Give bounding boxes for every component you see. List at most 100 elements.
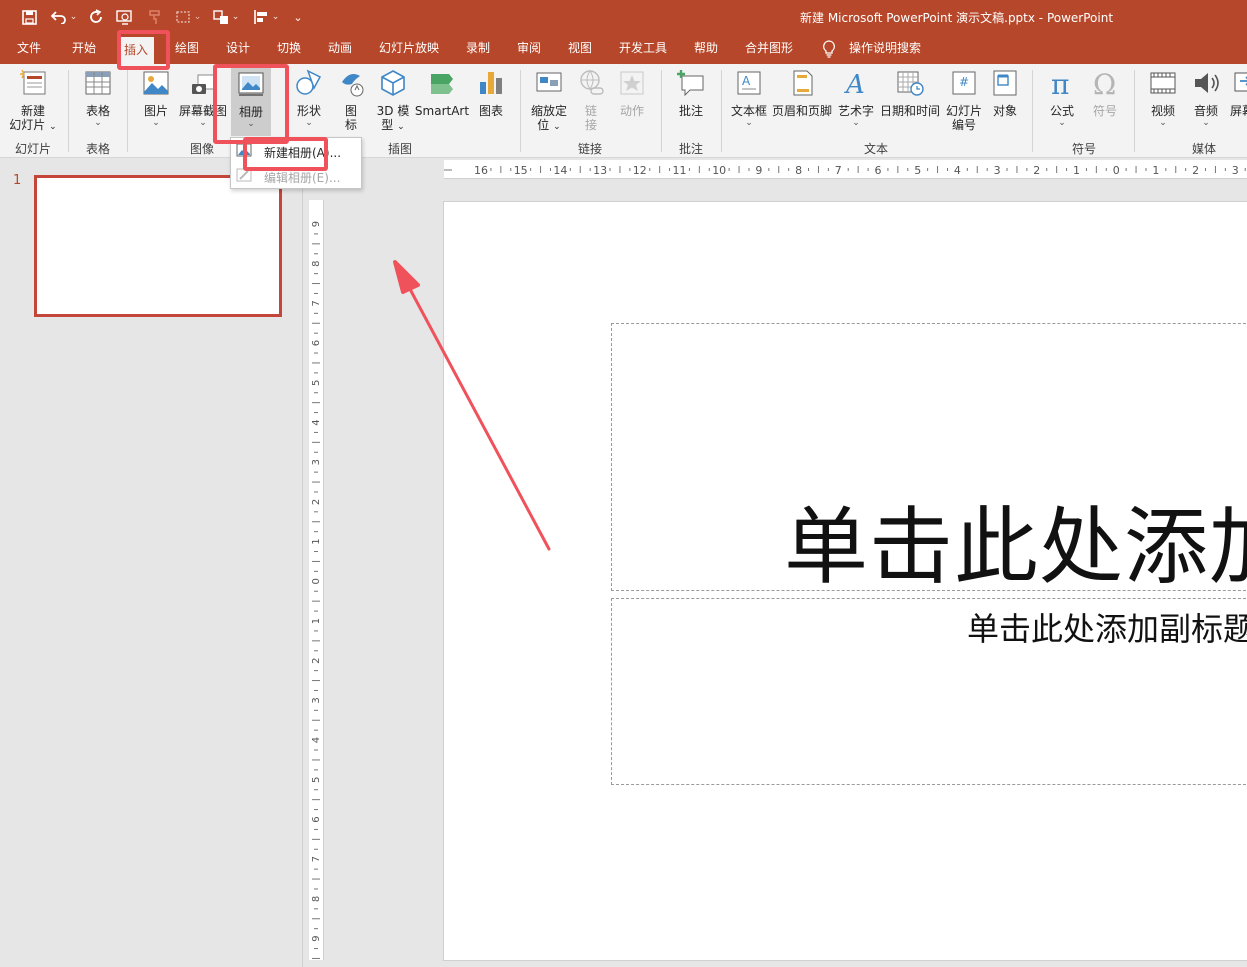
menu-tab-bar: 文件 开始 插入 绘图 设计 切换 动画 幻灯片放映 录制 审阅 视图 开发工具… — [0, 34, 1247, 64]
zoom-button[interactable]: 缩放定 位 ⌄ — [527, 68, 571, 134]
slide-number-icon: # — [952, 71, 976, 95]
wordart-icon: A — [844, 70, 865, 100]
tab-merge-shapes[interactable]: 合并图形 — [745, 40, 793, 62]
redo-button[interactable] — [86, 5, 106, 29]
slide-thumbnail[interactable] — [34, 175, 282, 317]
wordart-button[interactable]: A 艺术字 ⌄ — [836, 68, 876, 128]
screen-recording-button[interactable]: 屏幕录 — [1230, 68, 1247, 118]
tab-view[interactable]: 视图 — [568, 40, 592, 62]
bar-chart-icon — [480, 72, 502, 94]
tab-home[interactable]: 开始 — [72, 40, 96, 62]
new-slide-label-1: 新建 — [20, 104, 45, 118]
format-painter-button[interactable] — [144, 5, 166, 29]
ruler-label: 9 — [311, 935, 322, 941]
tab-help[interactable]: 帮助 — [694, 40, 718, 62]
screenshot-qat-button[interactable]: ⌄ — [172, 5, 204, 29]
tell-me-search[interactable]: 操作说明搜索 — [849, 40, 921, 62]
customize-qat-button[interactable]: ⌄ — [290, 5, 306, 29]
ruler-label: 8 — [795, 164, 802, 177]
shapes-icon — [296, 69, 322, 95]
ruler-label: 4 — [311, 737, 322, 743]
ruler-label: 6 — [875, 164, 882, 177]
object-button[interactable]: 对象 — [988, 68, 1022, 118]
tab-insert[interactable]: 插入 — [118, 37, 155, 64]
picture-button[interactable]: 图片 ⌄ — [136, 68, 176, 128]
ruler-label: 16 — [474, 164, 488, 177]
picture-icon — [143, 71, 169, 95]
title-placeholder[interactable]: 单击此处添加 — [611, 323, 1247, 596]
tab-animations[interactable]: 动画 — [328, 40, 352, 62]
textbox-button[interactable]: A 文本框 ⌄ — [730, 68, 768, 128]
tab-record[interactable]: 录制 — [466, 40, 490, 62]
new-slide-button[interactable]: 新建 幻灯片 ⌄ — [8, 68, 58, 134]
arrange-button[interactable]: ⌄ — [210, 5, 242, 29]
slide-canvas[interactable]: 单击此处添加 单击此处添加副标题 — [443, 201, 1247, 961]
3d-models-button[interactable]: 3D 模 型 ⌄ — [373, 68, 413, 134]
3d-models-label-1: 3D 模 — [376, 104, 410, 118]
svg-text:π: π — [1051, 68, 1069, 98]
smartart-button[interactable]: SmartArt — [414, 68, 470, 118]
table-button[interactable]: 表格 ⌄ — [78, 68, 118, 128]
picture-label: 图片 — [143, 104, 168, 118]
edit-photo-album-item[interactable]: 编辑相册(E)... — [231, 164, 361, 188]
ruler-label: 9 — [311, 221, 322, 227]
subtitle-placeholder[interactable]: 单击此处添加副标题 — [611, 598, 1247, 785]
link-button[interactable]: 链 接 — [575, 68, 607, 132]
tab-draw[interactable]: 绘图 — [175, 40, 199, 62]
symbol-button[interactable]: Ω 符号 — [1086, 68, 1124, 118]
action-button[interactable]: 动作 — [612, 68, 652, 118]
ruler-label: 12 — [633, 164, 647, 177]
photo-album-button[interactable]: 相册 ⌄ — [231, 66, 271, 136]
ruler-label: 8 — [311, 896, 322, 902]
video-button[interactable]: 视频 ⌄ — [1145, 68, 1181, 128]
header-footer-icon — [793, 70, 813, 96]
svg-text:#: # — [959, 75, 969, 89]
present-from-start-button[interactable] — [114, 5, 136, 29]
ruler-label: 13 — [593, 164, 607, 177]
shapes-button[interactable]: 形状 ⌄ — [290, 68, 328, 128]
screen-recording-icon — [1234, 72, 1247, 92]
slide-number-label-1: 幻灯片 — [945, 104, 982, 118]
chart-label: 图表 — [478, 104, 503, 118]
ruler-label: 3 — [1232, 164, 1239, 177]
group-divider — [1032, 70, 1033, 152]
date-time-button[interactable]: 日期和时间 — [878, 68, 942, 118]
new-slide-icon — [20, 69, 46, 95]
ruler-label: 4 — [311, 419, 322, 425]
tab-file[interactable]: 文件 — [17, 40, 41, 62]
tab-developer[interactable]: 开发工具 — [619, 40, 667, 62]
undo-button[interactable]: ⌄ — [48, 5, 80, 29]
omega-icon: Ω — [1093, 68, 1116, 101]
comment-button[interactable]: 批注 — [669, 68, 713, 118]
tab-review[interactable]: 审阅 — [517, 40, 541, 62]
undo-icon — [50, 11, 66, 24]
align-button[interactable]: ⌄ — [250, 5, 282, 29]
ruler-label: 2 — [311, 658, 322, 664]
chart-button[interactable]: 图表 — [474, 68, 508, 118]
new-photo-album-item[interactable]: 新建相册(A)... — [231, 139, 361, 163]
screenshot-button[interactable]: 屏幕截图 ⌄ — [178, 68, 228, 128]
save-icon — [21, 9, 37, 25]
group-divider — [68, 70, 69, 152]
chevron-down-icon: ⌄ — [397, 122, 405, 132]
group-label-comments: 批注 — [679, 142, 704, 156]
tab-slideshow[interactable]: 幻灯片放映 — [379, 40, 439, 62]
header-footer-button[interactable]: 页眉和页脚 — [771, 68, 833, 118]
zoom-label-2: 位 — [537, 118, 550, 132]
chevron-down-icon: ⌄ — [49, 122, 57, 132]
save-button[interactable] — [18, 5, 40, 29]
audio-button[interactable]: 音频 ⌄ — [1188, 68, 1224, 128]
ruler-label: 7 — [311, 300, 322, 306]
equation-button[interactable]: π 公式 ⌄ — [1043, 68, 1081, 128]
tab-transitions[interactable]: 切换 — [277, 40, 301, 62]
ruler-label: 2 — [1192, 164, 1199, 177]
slide-number-button[interactable]: # 幻灯片 编号 — [944, 68, 984, 132]
video-label: 视频 — [1150, 104, 1175, 118]
pi-icon: π — [1051, 68, 1069, 101]
screenshot-icon — [176, 11, 190, 23]
icons-button[interactable]: 图 标 — [334, 68, 368, 132]
shapes-label: 形状 — [296, 104, 321, 118]
chevron-down-icon: ⌄ — [1058, 118, 1066, 128]
film-icon — [1150, 72, 1176, 94]
tab-design[interactable]: 设计 — [226, 40, 250, 62]
